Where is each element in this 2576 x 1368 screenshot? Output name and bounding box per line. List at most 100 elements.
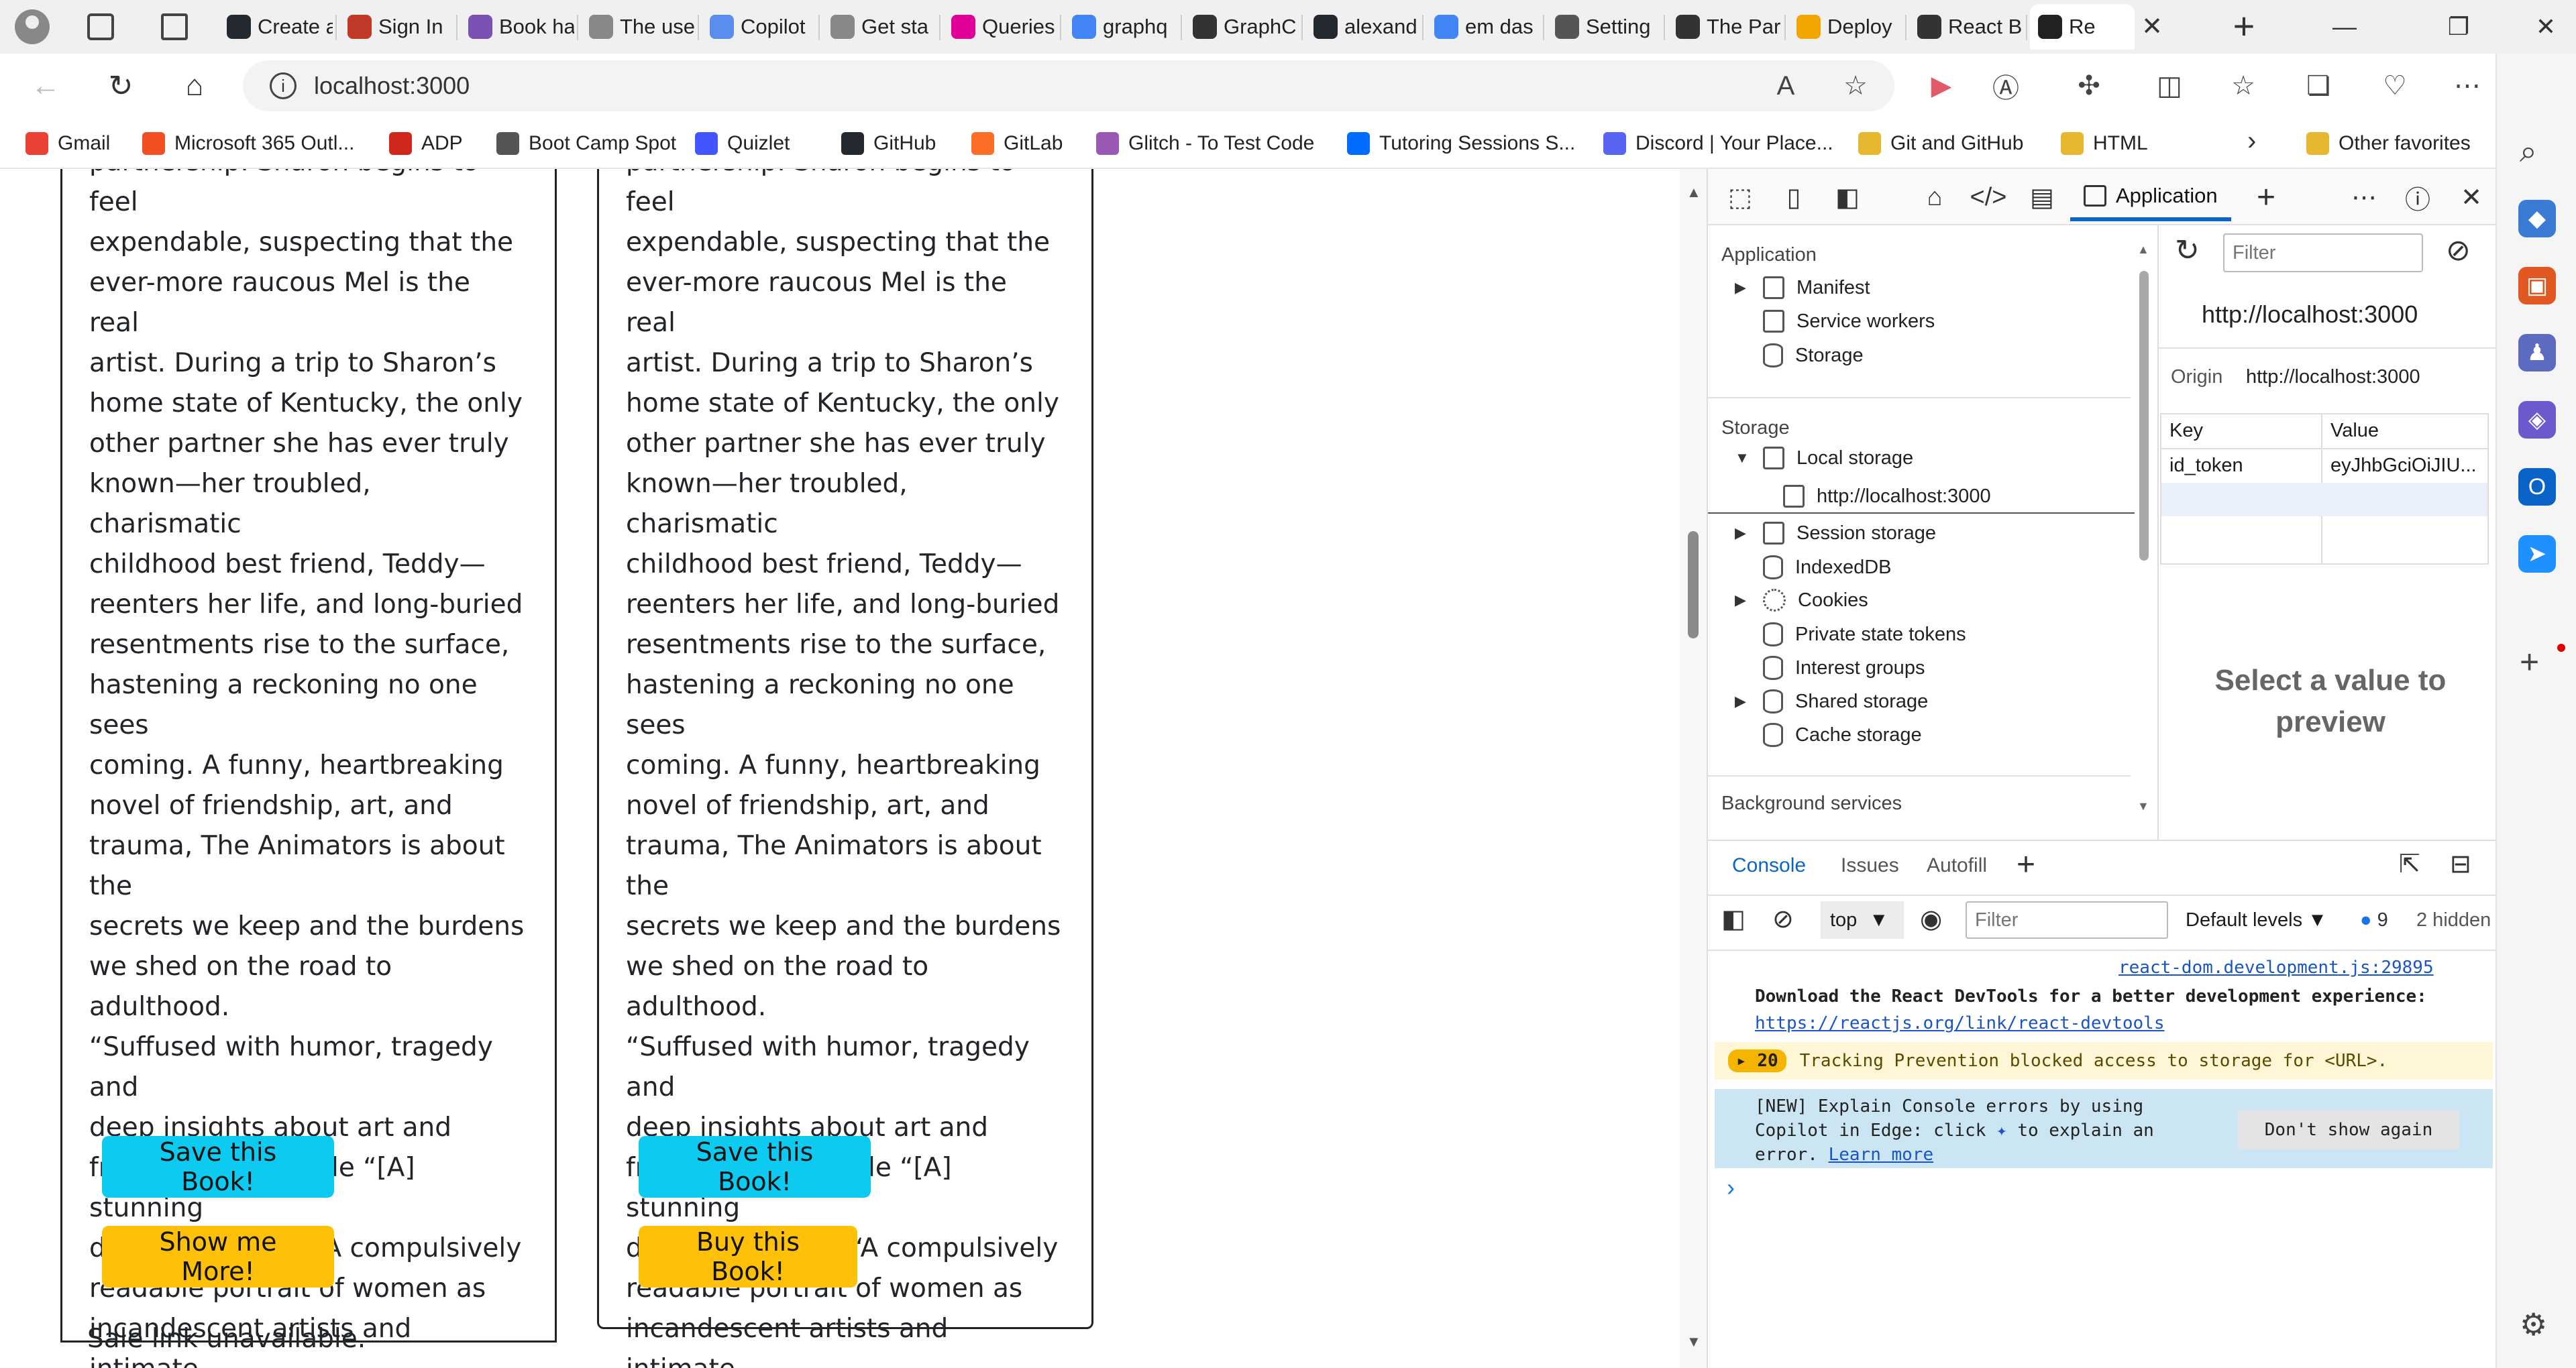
bookmark-item[interactable]: ADP — [389, 127, 463, 160]
bookmark-item[interactable]: Glitch - To Test Code — [1096, 127, 1314, 160]
tab-autofill[interactable]: Autofill — [1927, 854, 1987, 877]
tree-item-service-workers[interactable]: Service workers — [1735, 310, 1935, 333]
bookmark-item[interactable]: Discord | Your Place... — [1603, 127, 1833, 160]
tree-item-local-storage[interactable]: ▼ Local storage — [1735, 447, 1913, 469]
a-circle-icon[interactable]: Ⓐ — [1986, 66, 2026, 106]
bookmark-item[interactable]: HTML — [2061, 127, 2148, 160]
bookmark-item[interactable]: Boot Camp Spot — [496, 127, 676, 160]
scroll-up-icon[interactable]: ▲ — [1686, 184, 1701, 201]
sidebar-toggle-icon[interactable]: ◧ — [1721, 904, 1746, 934]
more-menu-icon[interactable]: ⋯ — [2447, 66, 2487, 106]
undock-drawer-icon[interactable]: ⇱ — [2399, 849, 2420, 879]
close-tab-icon[interactable]: ✕ — [2135, 9, 2169, 44]
tools-icon[interactable]: ▣ — [2518, 267, 2556, 304]
collapse-triangle-icon[interactable]: ▼ — [1735, 449, 1751, 467]
bookmark-item[interactable]: Other favorites — [2306, 127, 2471, 160]
tab-item[interactable]: Book ha — [460, 4, 574, 50]
elements-icon[interactable]: </> — [1970, 178, 2007, 216]
tree-item-indexeddb[interactable]: IndexedDB — [1735, 555, 1892, 579]
home-button[interactable]: ⌂ — [173, 64, 216, 107]
tab-item[interactable]: Create a — [219, 4, 333, 50]
show-more-button[interactable]: Show me More! — [102, 1226, 334, 1288]
expand-triangle-icon[interactable]: ▶ — [1735, 591, 1751, 609]
tab-item[interactable]: The use — [581, 4, 695, 50]
tab-item[interactable]: Sign In — [339, 4, 453, 50]
table-row[interactable]: id_token eyJhbGciOiJIU... — [2161, 449, 2487, 483]
favorites-icon[interactable]: ☆ — [2223, 66, 2263, 106]
tree-item-manifest[interactable]: ▶ Manifest — [1735, 276, 1870, 299]
site-info-icon[interactable]: i — [270, 72, 297, 99]
tab-issues[interactable]: Issues — [1841, 854, 1899, 877]
context-selector[interactable]: top ▼ — [1821, 901, 1904, 939]
bookmark-item[interactable]: Gmail — [25, 127, 110, 160]
inspect-element-icon[interactable]: ⬚ — [1721, 178, 1759, 216]
shopping-tag-icon[interactable]: ◆ — [2518, 200, 2556, 237]
learn-more-link[interactable]: Learn more — [1829, 1145, 1934, 1165]
tab-item[interactable]: graphq — [1064, 4, 1178, 50]
outlook-icon[interactable]: O — [2518, 468, 2556, 506]
issues-counter[interactable]: ● 9 — [2360, 909, 2388, 931]
extensions-puzzle-icon[interactable]: ✣ — [2069, 66, 2109, 106]
back-button[interactable]: ← — [24, 64, 67, 107]
tab-item[interactable]: Copilot — [702, 4, 816, 50]
devtools-link[interactable]: https://reactjs.org/link/react-devtools — [1755, 1013, 2164, 1033]
tab-item[interactable]: React B — [1909, 4, 2023, 50]
add-sidebar-app-icon[interactable]: + — [2520, 642, 2539, 681]
console-filter-input[interactable] — [1966, 901, 2168, 939]
microsoft-365-icon[interactable]: ◈ — [2518, 401, 2556, 439]
dont-show-again-button[interactable]: Don't show again — [2238, 1110, 2459, 1149]
save-book-button[interactable]: Save this Book! — [639, 1136, 871, 1198]
bookmark-item[interactable]: Tutoring Sessions S... — [1347, 127, 1575, 160]
extension-icon[interactable]: ▶ — [1921, 66, 1962, 106]
row-value[interactable]: eyJhbGciOiJIU... — [2330, 455, 2477, 477]
favorite-star-icon[interactable]: ☆ — [1835, 66, 1876, 106]
row-key[interactable]: id_token — [2169, 455, 2243, 477]
source-link[interactable]: react-dom.development.js:29895 — [2118, 958, 2434, 978]
tree-item-storage[interactable]: Storage — [1735, 343, 1864, 367]
read-aloud-icon[interactable]: A — [1766, 66, 1806, 106]
help-icon[interactable]: ⓘ — [2399, 178, 2436, 216]
tree-scrollbar-thumb[interactable] — [2139, 271, 2149, 561]
add-drawer-tab-icon[interactable]: + — [2017, 846, 2035, 883]
pane-divider[interactable] — [2157, 225, 2159, 840]
dock-icon[interactable]: ◧ — [1829, 178, 1866, 216]
sidebar-settings-gear-icon[interactable]: ⚙ — [2520, 1306, 2547, 1343]
page-scrollbar[interactable]: ▲ ▼ — [1680, 169, 1707, 1368]
workspaces-icon[interactable] — [87, 13, 114, 40]
clear-all-icon[interactable]: ⊘ — [2446, 233, 2471, 268]
tab-console[interactable]: Console — [1732, 854, 1806, 877]
new-tab-button[interactable]: + — [2224, 7, 2263, 47]
refresh-icon[interactable]: ↻ — [2175, 233, 2200, 268]
more-tools-icon[interactable]: ⋯ — [2345, 178, 2383, 216]
expand-triangle-icon[interactable]: ▶ — [1735, 279, 1751, 296]
tab-application[interactable]: Application — [2070, 174, 2231, 221]
device-emulation-icon[interactable]: ▯ — [1775, 178, 1813, 216]
tab-item[interactable]: em das — [1426, 4, 1540, 50]
bookmark-item[interactable]: GitLab — [971, 127, 1063, 160]
tab-actions-icon[interactable] — [161, 13, 188, 40]
address-field[interactable]: i localhost:3000 — [243, 60, 1894, 111]
tab-item[interactable]: Re — [2030, 4, 2135, 50]
welcome-home-icon[interactable]: ⌂ — [1916, 178, 1953, 216]
buy-book-button[interactable]: Buy this Book! — [639, 1226, 857, 1288]
tab-item[interactable]: Get sta — [822, 4, 936, 50]
minimize-button[interactable]: — — [2314, 7, 2375, 47]
tab-item[interactable]: The Par — [1668, 4, 1782, 50]
close-devtools-icon[interactable]: ✕ — [2453, 178, 2490, 216]
chevron-right-icon[interactable]: › — [2247, 126, 2256, 156]
bookmark-item[interactable]: Quizlet — [695, 127, 790, 160]
live-expression-eye-icon[interactable]: ◉ — [1920, 904, 1942, 934]
collections-icon[interactable]: ❏ — [2298, 66, 2339, 106]
tab-item[interactable]: GraphC — [1185, 4, 1299, 50]
add-panel-icon[interactable]: + — [2247, 178, 2285, 216]
restore-button[interactable]: ❐ — [2428, 7, 2489, 47]
console-prompt-chevron-icon[interactable]: › — [1727, 1174, 1735, 1202]
bookmark-item[interactable]: Git and GitHub — [1858, 127, 2023, 160]
tab-item[interactable]: Queries — [943, 4, 1057, 50]
url-text[interactable]: localhost:3000 — [314, 72, 470, 100]
expand-triangle-icon[interactable]: ▶ — [1735, 524, 1751, 542]
scroll-down-icon[interactable]: ▼ — [1686, 1333, 1701, 1351]
expand-triangle-icon[interactable]: ▶ — [1735, 693, 1751, 710]
warning-badge[interactable]: ▸ 20 — [1728, 1049, 1786, 1072]
tab-item[interactable]: Deploy — [1788, 4, 1902, 50]
